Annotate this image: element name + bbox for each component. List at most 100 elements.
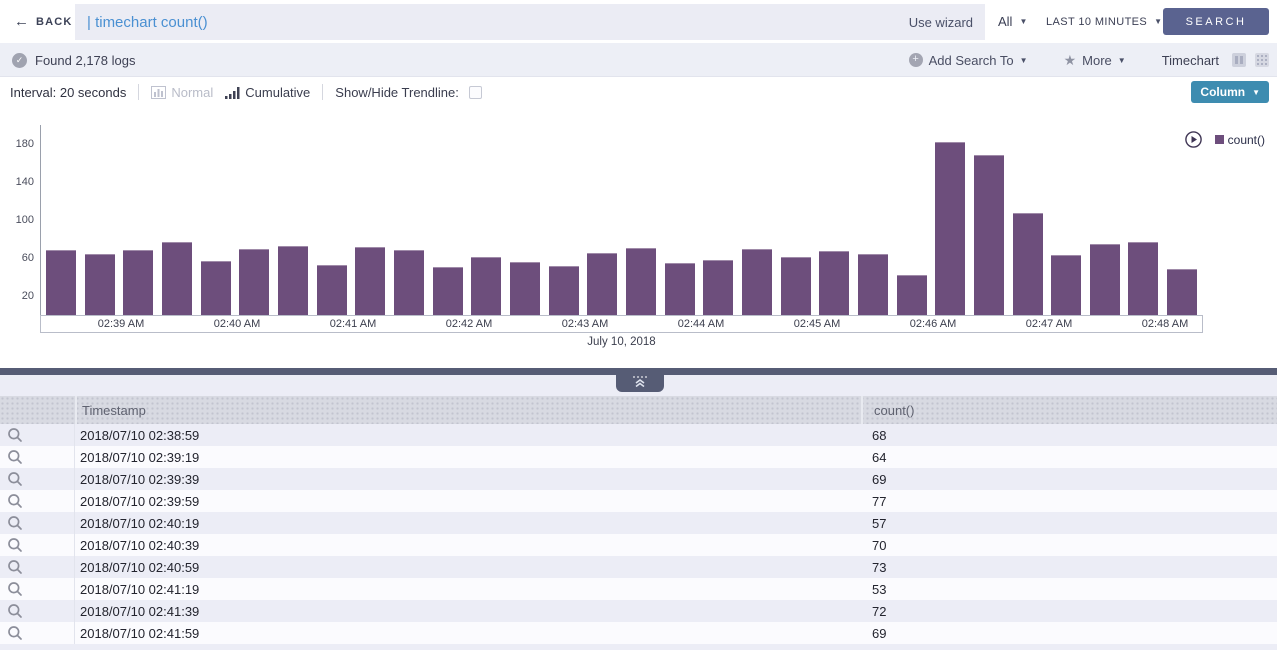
row-inspect-cell[interactable] — [0, 556, 75, 578]
use-wizard-link[interactable]: Use wizard — [909, 15, 973, 30]
chart-bar[interactable] — [1013, 213, 1043, 315]
chart-bar[interactable] — [394, 250, 424, 316]
row-inspect-cell[interactable] — [0, 578, 75, 600]
magnifier-icon[interactable] — [7, 603, 23, 619]
row-inspect-cell[interactable] — [0, 446, 75, 468]
count-cell: 57 — [861, 516, 1277, 531]
magnifier-icon[interactable] — [7, 427, 23, 443]
magnifier-icon[interactable] — [7, 625, 23, 641]
timestamp-cell: 2018/07/10 02:39:19 — [75, 450, 861, 465]
chart-bar[interactable] — [1051, 255, 1081, 315]
chart-bar[interactable] — [1128, 242, 1158, 315]
time-range-dropdown[interactable]: LAST 10 MINUTES ▼ — [1046, 0, 1163, 43]
chart-bar[interactable] — [1090, 244, 1120, 315]
chart-bar[interactable] — [471, 257, 501, 315]
chart-bar[interactable] — [819, 251, 849, 315]
check-circle-icon: ✓ — [12, 53, 27, 68]
chevron-down-icon: ▼ — [1118, 56, 1126, 65]
row-inspect-cell[interactable] — [0, 534, 75, 556]
table-header-count[interactable]: count() — [861, 396, 1277, 424]
chart-type-button[interactable]: Column ▼ — [1191, 81, 1269, 103]
chart-bar[interactable] — [742, 249, 772, 316]
scope-dropdown[interactable]: All ▼ — [998, 0, 1027, 43]
x-axis-date-label: July 10, 2018 — [40, 336, 1203, 348]
found-status: ✓ Found 2,178 logs — [12, 43, 135, 77]
results-table: Timestamp count() 2018/07/10 02:38:59682… — [0, 392, 1277, 650]
timestamp-cell: 2018/07/10 02:41:39 — [75, 604, 861, 619]
chart-bar[interactable] — [935, 142, 965, 315]
collapse-panel-handle[interactable] — [616, 375, 664, 392]
magnifier-icon[interactable] — [7, 493, 23, 509]
star-icon: ★ — [1064, 52, 1077, 69]
chart-bar[interactable] — [665, 263, 695, 315]
legend-item-count[interactable]: count() — [1215, 133, 1265, 147]
row-inspect-cell[interactable] — [0, 468, 75, 490]
grid-view-icon[interactable] — [1255, 53, 1269, 67]
panel-divider[interactable] — [0, 368, 1277, 375]
x-axis: 02:39 AM02:40 AM02:41 AM02:42 AM02:43 AM… — [40, 315, 1203, 333]
chart-bar[interactable] — [974, 155, 1004, 315]
time-range-value: LAST 10 MINUTES — [1046, 16, 1147, 28]
chart-bar[interactable] — [317, 265, 347, 315]
plus-circle-icon: + — [909, 53, 923, 67]
row-inspect-cell[interactable] — [0, 512, 75, 534]
chart-bar[interactable] — [897, 275, 927, 315]
row-inspect-cell[interactable] — [0, 600, 75, 622]
y-axis-tick-label: 20 — [0, 289, 34, 303]
chart-bar[interactable] — [355, 247, 385, 315]
row-inspect-cell[interactable] — [0, 424, 75, 446]
magnifier-icon[interactable] — [7, 559, 23, 575]
chart-controls-row: Interval: 20 seconds Normal Cumulative S… — [0, 77, 1277, 107]
y-axis-tick-label: 180 — [0, 137, 34, 151]
row-inspect-cell[interactable] — [0, 490, 75, 512]
normal-mode-toggle[interactable]: Normal — [151, 85, 213, 100]
found-logs-text: Found 2,178 logs — [35, 53, 135, 68]
chart-bar[interactable] — [781, 257, 811, 315]
chart-bar[interactable] — [703, 260, 733, 315]
chart-bar[interactable] — [626, 248, 656, 316]
row-inspect-cell[interactable] — [0, 622, 75, 644]
add-search-to-dropdown[interactable]: + Add Search To ▼ — [909, 53, 1028, 68]
table-header-timestamp[interactable]: Timestamp — [75, 396, 861, 424]
cumulative-mode-toggle[interactable]: Cumulative — [225, 85, 310, 100]
trendline-label: Show/Hide Trendline: — [335, 85, 459, 100]
trendline-checkbox[interactable] — [469, 86, 482, 99]
chart-bar[interactable] — [85, 254, 115, 315]
chart-bar[interactable] — [46, 250, 76, 315]
x-axis-tick-label: 02:43 AM — [540, 316, 630, 333]
chart-bar[interactable] — [858, 254, 888, 315]
chart-bar[interactable] — [510, 262, 540, 315]
chevron-down-icon: ▼ — [1020, 56, 1028, 65]
chart-bar[interactable] — [123, 250, 153, 316]
search-button[interactable]: SEARCH — [1163, 8, 1269, 35]
chart-bar[interactable] — [278, 246, 308, 315]
chart-bar[interactable] — [1167, 269, 1197, 315]
x-axis-tick-label: 02:46 AM — [888, 316, 978, 333]
arrow-left-icon: ← — [14, 14, 29, 29]
magnifier-icon[interactable] — [7, 581, 23, 597]
chart-bar[interactable] — [433, 267, 463, 315]
more-dropdown[interactable]: ★ More ▼ — [1064, 52, 1126, 69]
timestamp-cell: 2018/07/10 02:41:19 — [75, 582, 861, 597]
status-bar: ✓ Found 2,178 logs + Add Search To ▼ ★ M… — [0, 43, 1277, 77]
search-query-input[interactable]: | timechart count() Use wizard — [75, 4, 985, 40]
table-header-icon-column — [0, 396, 75, 424]
chart-bar[interactable] — [587, 253, 617, 315]
magnifier-icon[interactable] — [7, 471, 23, 487]
table-row: 2018/07/10 02:39:5977 — [0, 490, 1277, 512]
cumulative-label: Cumulative — [245, 85, 310, 100]
chart-bar[interactable] — [239, 249, 269, 316]
table-header-row: Timestamp count() — [0, 396, 1277, 424]
timestamp-cell: 2018/07/10 02:41:59 — [75, 626, 861, 641]
magnifier-icon[interactable] — [7, 515, 23, 531]
chart-bar[interactable] — [162, 242, 192, 315]
chart-bar[interactable] — [201, 261, 231, 315]
split-view-icon[interactable] — [1232, 53, 1246, 67]
play-button-icon[interactable] — [1185, 131, 1202, 148]
x-axis-tick-label: 02:44 AM — [656, 316, 746, 333]
magnifier-icon[interactable] — [7, 537, 23, 553]
y-axis-tick-label: 140 — [0, 175, 34, 189]
query-text: | timechart count() — [87, 14, 208, 31]
magnifier-icon[interactable] — [7, 449, 23, 465]
chart-bar[interactable] — [549, 266, 579, 315]
